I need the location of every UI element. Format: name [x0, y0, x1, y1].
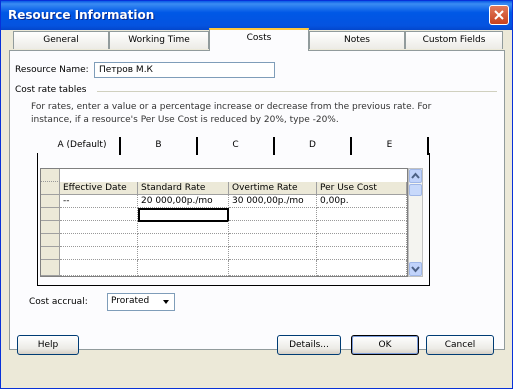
table-cell[interactable] — [60, 260, 138, 276]
table-cell[interactable] — [317, 208, 407, 221]
table-cell[interactable] — [138, 260, 229, 276]
grid-top-edge — [41, 169, 60, 182]
cancel-button[interactable]: Cancel — [426, 335, 494, 355]
table-cell[interactable] — [60, 221, 138, 234]
scroll-down-button[interactable] — [409, 262, 422, 276]
table-cell[interactable] — [138, 234, 229, 247]
row-header[interactable] — [41, 195, 60, 208]
cost-accrual-select[interactable]: Prorated — [107, 293, 175, 311]
row-header[interactable] — [41, 234, 60, 247]
table-cell[interactable] — [317, 221, 407, 234]
row-header-corner — [41, 182, 60, 195]
cell-per-use-cost[interactable]: 0,00р. — [317, 195, 407, 208]
table-cell[interactable] — [60, 234, 138, 247]
table-cell[interactable] — [229, 234, 317, 247]
tab-working-time[interactable]: Working Time — [109, 31, 209, 49]
selected-cell[interactable] — [138, 208, 229, 222]
table-cell[interactable] — [229, 208, 317, 221]
table-cell[interactable] — [317, 234, 407, 247]
chevron-down-icon[interactable] — [159, 295, 173, 309]
tab-custom-fields[interactable]: Custom Fields — [405, 31, 503, 49]
help-text-line-1: For rates, enter a value or a percentage… — [31, 102, 432, 112]
tab-strip: General Working Time Costs Notes Custom … — [13, 28, 503, 51]
column-header-per-use-cost[interactable]: Per Use Cost — [317, 182, 407, 195]
tab-costs[interactable]: Costs — [209, 28, 309, 51]
chevron-down-icon — [410, 266, 421, 278]
column-header-overtime-rate[interactable]: Overtime Rate — [229, 182, 317, 195]
row-header[interactable] — [41, 208, 60, 221]
help-button[interactable]: Help — [17, 335, 79, 355]
cost-accrual-value: Prorated — [111, 296, 150, 306]
grid-vertical-scrollbar[interactable] — [408, 168, 423, 277]
window-title: Resource Information — [8, 8, 155, 22]
table-cell[interactable] — [60, 247, 138, 260]
ok-button[interactable]: OK — [351, 335, 419, 355]
cost-rate-grid[interactable]: Effective Date Standard Rate Overtime Ra… — [40, 168, 408, 277]
scroll-up-button[interactable] — [409, 169, 422, 183]
column-header-standard-rate[interactable]: Standard Rate — [138, 182, 229, 195]
row-header[interactable] — [41, 247, 60, 260]
cell-effective-date[interactable]: -- — [60, 195, 138, 208]
cell-standard-rate[interactable]: 20 000,00р./mo — [138, 195, 229, 208]
table-cell[interactable] — [317, 260, 407, 276]
scroll-thumb[interactable] — [409, 184, 422, 196]
table-cell[interactable] — [138, 221, 229, 234]
details-button[interactable]: Details... — [277, 335, 341, 355]
table-cell[interactable] — [317, 247, 407, 260]
tab-general[interactable]: General — [13, 31, 109, 49]
table-cell[interactable] — [138, 247, 229, 260]
tab-notes[interactable]: Notes — [309, 31, 405, 49]
table-cell[interactable] — [60, 208, 138, 221]
table-cell[interactable] — [229, 247, 317, 260]
resource-information-dialog: Resource Information General Working Tim… — [0, 0, 513, 389]
resource-name-label: Resource Name: — [15, 65, 89, 75]
cost-rate-tables-label: Cost rate tables — [15, 85, 87, 95]
cell-overtime-rate[interactable]: 30 000,00р./mo — [229, 195, 317, 208]
table-cell[interactable] — [229, 260, 317, 276]
row-header[interactable] — [41, 260, 60, 276]
cost-accrual-label: Cost accrual: — [29, 297, 88, 307]
close-button[interactable] — [489, 5, 509, 25]
row-header[interactable] — [41, 221, 60, 234]
resource-name-field[interactable]: Петров М.К — [94, 62, 275, 78]
column-header-effective-date[interactable]: Effective Date — [60, 182, 138, 195]
table-cell[interactable] — [229, 221, 317, 234]
group-divider — [97, 91, 497, 92]
help-text-line-2: instance, if a resource's Per Use Cost i… — [31, 115, 339, 125]
title-bar[interactable]: Resource Information — [1, 1, 512, 30]
